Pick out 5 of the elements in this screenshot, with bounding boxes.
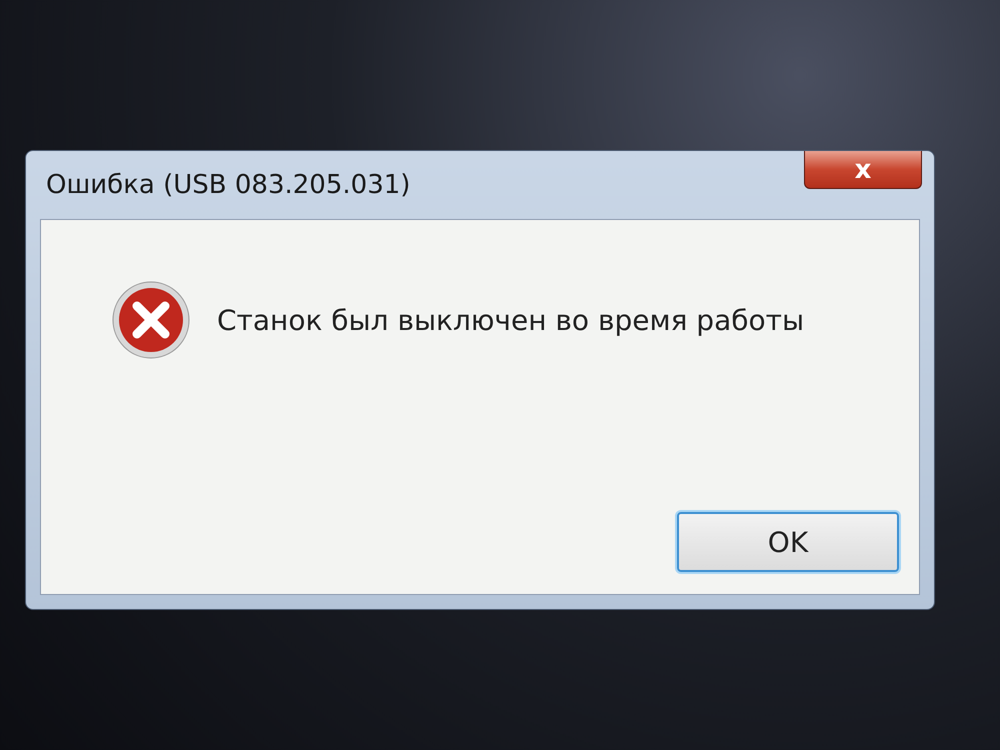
close-button[interactable]: x (804, 151, 922, 189)
window-title: Ошибка (USB 083.205.031) (45, 170, 410, 200)
ok-button[interactable]: OK (677, 512, 899, 572)
error-icon (111, 280, 191, 360)
error-message: Станок был выключен во время работы (217, 304, 804, 336)
